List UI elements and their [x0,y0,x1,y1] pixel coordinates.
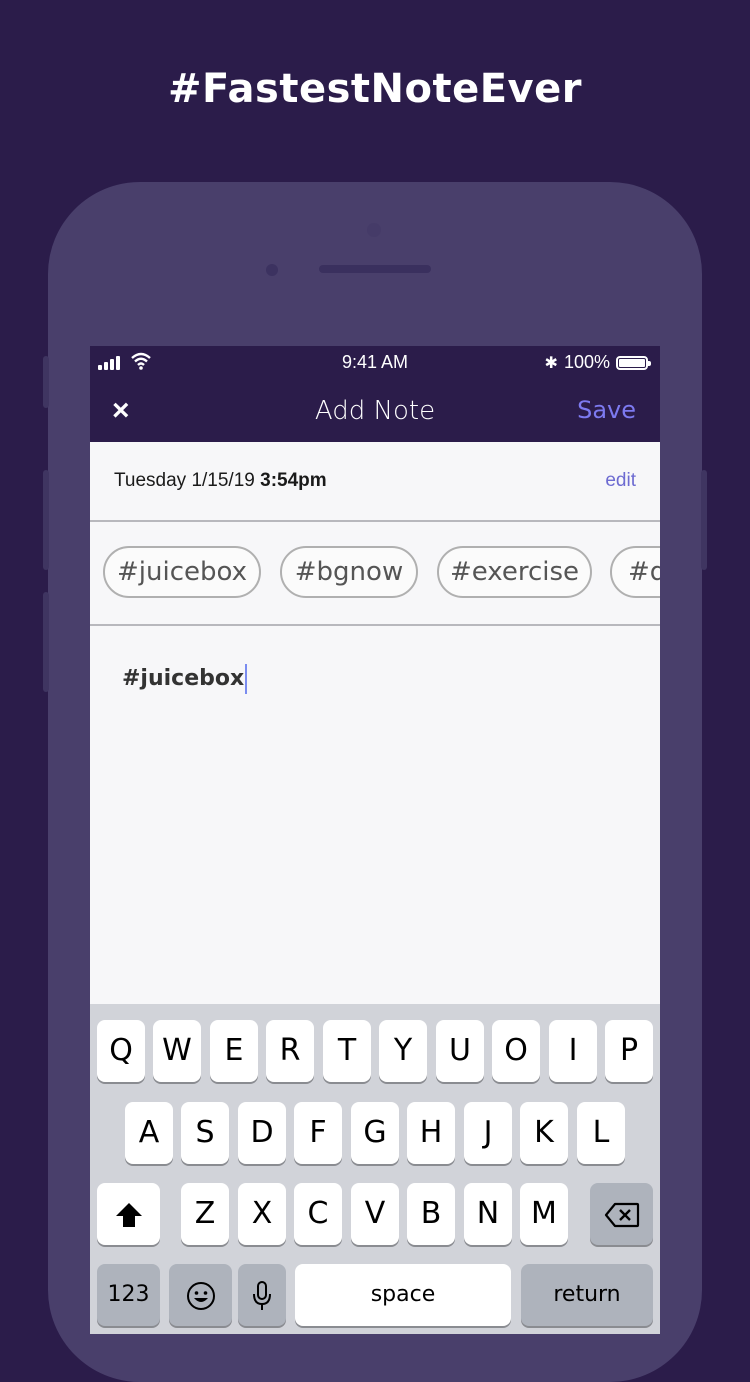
key-x[interactable]: X [238,1183,286,1245]
key-k[interactable]: K [520,1102,568,1164]
date-row: Tuesday 1/15/19 3:54pm edit [90,442,660,522]
key-u[interactable]: U [436,1020,484,1082]
dictation-key[interactable] [238,1264,286,1326]
note-text-area[interactable]: #juicebox [122,664,248,694]
key-q[interactable]: Q [97,1020,145,1082]
proximity-sensor [367,223,381,237]
phone-volume-up [43,470,49,570]
key-s[interactable]: S [181,1102,229,1164]
key-b[interactable]: B [407,1183,455,1245]
tag-list: #juicebox #bgnow #exercise #d [90,522,660,626]
page-title: Add Note [314,396,436,426]
backspace-icon [604,1202,639,1227]
phone-power-button [701,470,707,570]
tag-chip[interactable]: #bgnow [280,546,418,598]
space-key[interactable]: space [295,1264,511,1326]
battery-percent: 100% [563,352,610,372]
note-text: #juicebox [122,666,245,691]
key-h[interactable]: H [407,1102,455,1164]
key-m[interactable]: M [520,1183,568,1245]
edit-date-button[interactable]: edit [605,470,636,492]
key-a[interactable]: A [125,1102,173,1164]
note-datetime: Tuesday 1/15/19 3:54pm [114,470,327,492]
emoji-key[interactable] [169,1264,232,1326]
return-key[interactable]: return [521,1264,653,1326]
key-l[interactable]: L [577,1102,625,1164]
note-time: 3:54pm [260,470,327,491]
battery-icon [616,355,651,370]
status-bar: 9:41 AM ✱ 100% [90,346,660,382]
key-i[interactable]: I [549,1020,597,1082]
numbers-key[interactable]: 123 [97,1264,160,1326]
key-o[interactable]: O [492,1020,540,1082]
key-g[interactable]: G [351,1102,399,1164]
phone-screen: 9:41 AM ✱ 100% × Add Note Save Tuesday 1… [90,346,660,1334]
key-p[interactable]: P [605,1020,653,1082]
phone-mute-switch [43,356,49,408]
backspace-key[interactable] [590,1183,653,1245]
keyboard: Q W E R T Y U O I P A S D F G H J K L Z … [90,1004,660,1334]
key-n[interactable]: N [464,1183,512,1245]
phone-volume-down [43,592,49,692]
tag-chip[interactable]: #juicebox [103,546,261,598]
tag-chip[interactable]: #exercise [437,546,592,598]
microphone-icon [253,1280,271,1310]
key-f[interactable]: F [294,1102,342,1164]
nav-bar: × Add Note Save [90,382,660,442]
key-e[interactable]: E [210,1020,258,1082]
key-d[interactable]: D [238,1102,286,1164]
key-w[interactable]: W [153,1020,201,1082]
key-v[interactable]: V [351,1183,399,1245]
text-cursor [245,664,248,694]
shift-key[interactable] [97,1183,160,1245]
status-right: ✱ 100% [544,352,651,373]
key-c[interactable]: C [294,1183,342,1245]
earpiece-speaker [319,265,431,273]
bluetooth-icon: ✱ [544,354,558,372]
headline: #FastestNoteEver [168,66,582,112]
front-camera [266,264,278,276]
key-r[interactable]: R [266,1020,314,1082]
shift-icon [115,1202,142,1227]
key-j[interactable]: J [464,1102,512,1164]
note-date: Tuesday 1/15/19 [114,470,255,491]
key-y[interactable]: Y [379,1020,427,1082]
key-z[interactable]: Z [181,1183,229,1245]
tag-chip[interactable]: #d [610,546,660,598]
emoji-icon [186,1281,215,1310]
key-t[interactable]: T [323,1020,371,1082]
save-button[interactable]: Save [577,396,636,424]
